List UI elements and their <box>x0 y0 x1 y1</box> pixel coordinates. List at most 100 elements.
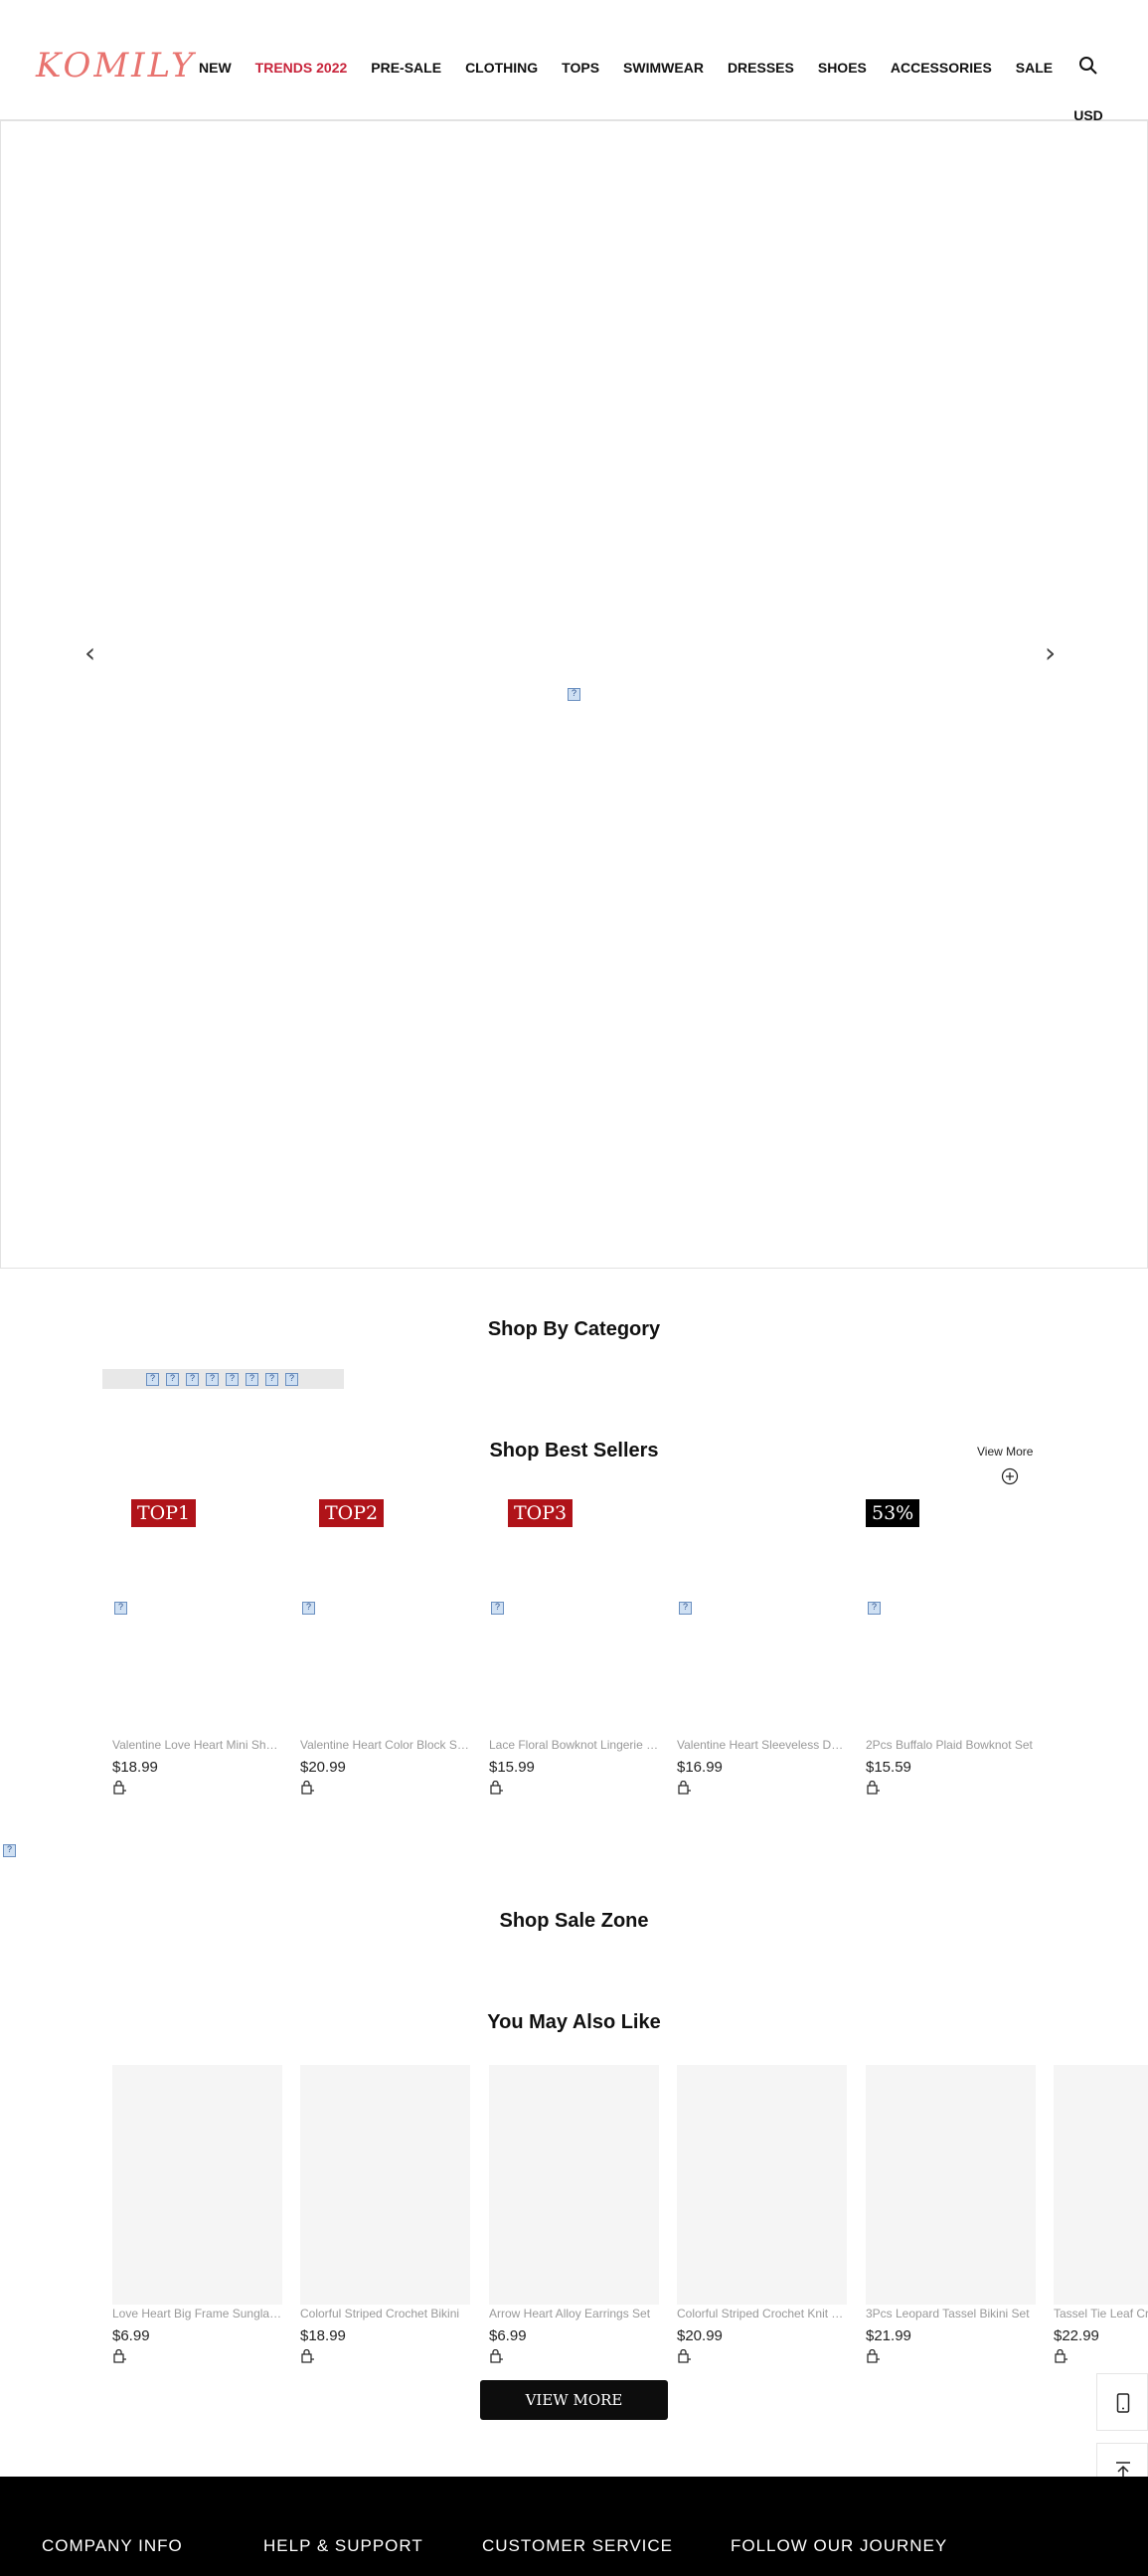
product-name[interactable]: Arrow Heart Alloy Earrings Set <box>489 2307 659 2320</box>
product-image-icon <box>302 1602 315 1615</box>
site-header: KOMILY NEW TRENDS 2022 PRE-SALE CLOTHING… <box>0 0 1148 121</box>
product-image[interactable] <box>112 2065 282 2305</box>
product-name[interactable]: Valentine Heart Sleeveless Dress <box>677 1738 847 1752</box>
product-image-icon <box>114 1602 127 1615</box>
product-name[interactable]: Love Heart Big Frame Sunglasses <box>112 2307 282 2320</box>
nav-item-tops[interactable]: TOPS <box>562 60 599 76</box>
category-image-icon[interactable] <box>285 1372 298 1386</box>
broken-image-icon <box>3 1844 16 1857</box>
nav-item-accessories[interactable]: ACCESSORIES <box>891 60 992 76</box>
rank-badge: TOP3 <box>508 1499 574 1527</box>
product-card[interactable]: TOP3 Lace Floral Bowknot Lingerie Set $1… <box>489 1499 659 1798</box>
add-to-bag-icon[interactable] <box>300 2349 314 2363</box>
nav-item-shoes[interactable]: SHOES <box>818 60 867 76</box>
you-may-also-like-title: You May Also Like <box>487 2011 661 2033</box>
category-image-icon[interactable] <box>166 1372 179 1386</box>
product-card[interactable]: TOP1 Valentine Love Heart Mini Shoulder … <box>112 1499 282 1798</box>
product-image[interactable] <box>489 2065 659 2305</box>
product-price: $20.99 <box>677 2327 723 2344</box>
add-to-bag-icon[interactable] <box>300 1781 314 1795</box>
add-to-bag-icon[interactable] <box>112 2349 126 2363</box>
category-image-icon[interactable] <box>246 1372 258 1386</box>
category-image-icon[interactable] <box>226 1372 239 1386</box>
product-image[interactable] <box>677 2065 847 2305</box>
hero-banner[interactable]: ‹ › <box>0 120 1148 1269</box>
product-price: $16.99 <box>677 1759 723 1776</box>
add-to-bag-icon[interactable] <box>112 1781 126 1795</box>
nav-item-trends[interactable]: TRENDS 2022 <box>255 60 348 76</box>
footer-help-support[interactable]: HELP & SUPPORT <box>263 2536 423 2556</box>
product-card[interactable]: Arrow Heart Alloy Earrings Set $6.99 <box>489 2065 659 2363</box>
category-image-icon[interactable] <box>186 1372 199 1386</box>
product-name[interactable]: Colorful Striped Crochet Bikini <box>300 2307 470 2320</box>
product-name[interactable]: 3Pcs Leopard Tassel Bikini Set <box>866 2307 1036 2320</box>
product-image-icon <box>868 1602 881 1615</box>
banner-image-icon <box>568 688 580 701</box>
nav-item-sale[interactable]: SALE <box>1016 60 1053 76</box>
site-logo[interactable]: KOMILY <box>36 46 196 86</box>
product-name[interactable]: Lace Floral Bowknot Lingerie Set <box>489 1738 659 1752</box>
footer-customer-service[interactable]: CUSTOMER SERVICE <box>482 2536 673 2556</box>
carousel-next-icon[interactable]: › <box>1045 636 1056 669</box>
product-card[interactable]: Valentine Heart Sleeveless Dress $16.99 <box>677 1499 847 1798</box>
discount-badge: 53% <box>866 1499 920 1527</box>
product-card[interactable]: Colorful Striped Crochet Bikini $18.99 <box>300 2065 470 2363</box>
rank-badge: TOP1 <box>131 1499 197 1527</box>
product-price: $6.99 <box>489 2327 527 2344</box>
product-card[interactable]: 53% 2Pcs Buffalo Plaid Bowknot Set $15.5… <box>866 1499 1036 1798</box>
product-name[interactable]: 2Pcs Buffalo Plaid Bowknot Set <box>866 1738 1036 1752</box>
carousel-prev-icon[interactable]: ‹ <box>84 636 95 669</box>
nav-item-pre-sale[interactable]: PRE-SALE <box>371 60 441 76</box>
product-name[interactable]: Valentine Heart Color Block Sweater <box>300 1738 470 1752</box>
product-image-icon <box>679 1602 692 1615</box>
search-button[interactable] <box>1064 56 1113 81</box>
main-nav: NEW TRENDS 2022 PRE-SALE CLOTHING TOPS S… <box>199 60 1076 76</box>
product-price: $15.59 <box>866 1759 911 1776</box>
product-image-icon <box>491 1602 504 1615</box>
product-name[interactable]: Valentine Love Heart Mini Shoulder Bag <box>112 1738 282 1752</box>
footer-follow-journey[interactable]: FOLLOW OUR JOURNEY <box>731 2536 947 2556</box>
add-to-bag-icon[interactable] <box>866 1781 880 1795</box>
nav-item-dresses[interactable]: DRESSES <box>728 60 794 76</box>
add-to-bag-icon[interactable] <box>677 1781 691 1795</box>
category-image-icon[interactable] <box>146 1372 159 1386</box>
shop-by-category-title: Shop By Category <box>487 1318 661 1340</box>
app-download-button[interactable] <box>1096 2373 1148 2431</box>
nav-item-clothing[interactable]: CLOTHING <box>465 60 538 76</box>
add-to-bag-icon[interactable] <box>1054 2349 1067 2363</box>
product-image[interactable] <box>300 2065 470 2305</box>
plus-circle-icon[interactable] <box>1001 1467 1019 1485</box>
product-price: $20.99 <box>300 1759 346 1776</box>
add-to-bag-icon[interactable] <box>489 2349 503 2363</box>
product-price: $15.99 <box>489 1759 535 1776</box>
best-sellers-title: Shop Best Sellers <box>489 1440 659 1461</box>
view-more-link[interactable]: View More <box>977 1445 1033 1459</box>
product-name[interactable]: Colorful Striped Crochet Knit Top <box>677 2307 847 2320</box>
add-to-bag-icon[interactable] <box>489 1781 503 1795</box>
add-to-bag-icon[interactable] <box>677 2349 691 2363</box>
product-card[interactable]: 3Pcs Leopard Tassel Bikini Set $21.99 <box>866 2065 1036 2363</box>
nav-item-new[interactable]: NEW <box>199 60 232 76</box>
product-price: $18.99 <box>112 1759 158 1776</box>
product-price: $6.99 <box>112 2327 150 2344</box>
product-card[interactable]: Tassel Tie Leaf Crop Top $22.99 <box>1054 2065 1148 2363</box>
product-card[interactable]: Colorful Striped Crochet Knit Top $20.99 <box>677 2065 847 2363</box>
nav-item-swimwear[interactable]: SWIMWEAR <box>623 60 704 76</box>
product-card[interactable]: TOP2 Valentine Heart Color Block Sweater… <box>300 1499 470 1798</box>
category-image-icon[interactable] <box>206 1372 219 1386</box>
product-price: $21.99 <box>866 2327 911 2344</box>
category-image-icon[interactable] <box>265 1372 278 1386</box>
product-card[interactable]: Love Heart Big Frame Sunglasses $6.99 <box>112 2065 282 2363</box>
add-to-bag-icon[interactable] <box>866 2349 880 2363</box>
view-more-button[interactable]: VIEW MORE <box>480 2380 668 2420</box>
site-footer: COMPANY INFO HELP & SUPPORT CUSTOMER SER… <box>0 2477 1148 2576</box>
product-name[interactable]: Tassel Tie Leaf Crop Top <box>1054 2307 1148 2320</box>
search-icon <box>1079 57 1097 75</box>
product-price: $18.99 <box>300 2327 346 2344</box>
footer-company-info[interactable]: COMPANY INFO <box>42 2536 183 2556</box>
mobile-icon <box>1116 2393 1130 2413</box>
product-price: $22.99 <box>1054 2327 1099 2344</box>
product-image[interactable] <box>1054 2065 1148 2305</box>
category-strip <box>102 1369 344 1389</box>
product-image[interactable] <box>866 2065 1036 2305</box>
